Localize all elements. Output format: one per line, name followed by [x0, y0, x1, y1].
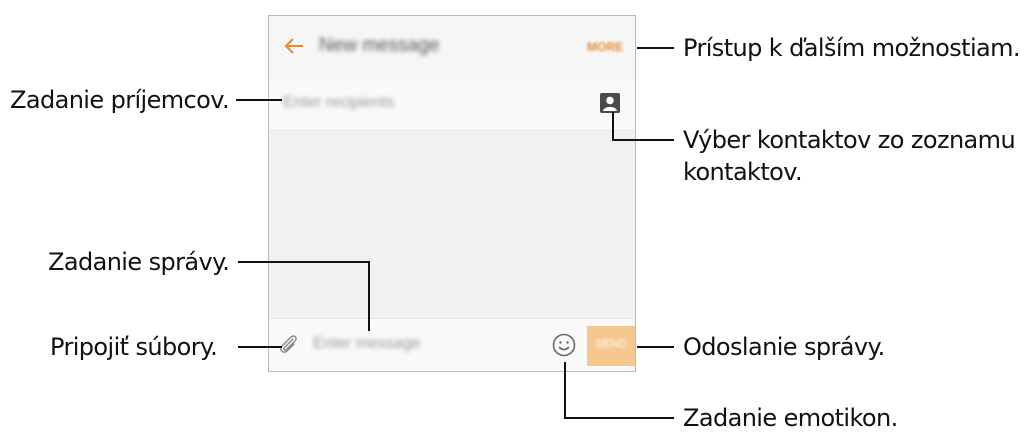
callout-line-emoji-v [564, 362, 566, 419]
callout-line-more [637, 47, 674, 49]
callout-line-send [637, 346, 674, 348]
attach-icon[interactable] [277, 333, 301, 357]
callout-line-message-h [238, 261, 370, 263]
callout-contacts-line1: Výber kontaktov zo zoznamu [683, 126, 1016, 154]
phone-screen: New message MORE Enter recipients Enter … [268, 15, 636, 372]
compose-bar: Enter message SEND [269, 318, 635, 371]
send-label: SEND [595, 338, 627, 350]
callout-line-contacts-v [612, 112, 614, 141]
message-input[interactable]: Enter message [313, 335, 421, 353]
callout-recipients: Zadanie príjemcov. [10, 86, 230, 114]
callout-contacts-line2: kontaktov. [683, 158, 803, 186]
callout-more-options: Prístup k ďalším možnostiam. [683, 34, 1021, 62]
callout-attach: Pripojiť súbory. [50, 333, 218, 361]
recipients-input[interactable]: Enter recipients [283, 94, 394, 112]
callout-message: Zadanie správy. [48, 248, 230, 276]
callout-line-emoji-h [564, 417, 674, 419]
send-button[interactable]: SEND [587, 326, 635, 366]
callout-send: Odoslanie správy. [683, 333, 885, 361]
callout-line-attach [238, 346, 282, 348]
callout-emoticons: Zadanie emotikon. [683, 404, 898, 432]
recipients-field[interactable]: Enter recipients [269, 80, 635, 131]
more-button[interactable]: MORE [587, 40, 623, 54]
contact-icon[interactable] [599, 92, 621, 114]
callout-line-message-v [368, 261, 370, 331]
callout-line-recipients [236, 99, 282, 101]
app-bar: New message MORE [269, 16, 635, 81]
callout-line-contacts-h [612, 139, 674, 141]
back-arrow-icon[interactable] [283, 35, 305, 57]
emoji-icon[interactable] [552, 333, 576, 357]
screen-title: New message [319, 35, 440, 56]
